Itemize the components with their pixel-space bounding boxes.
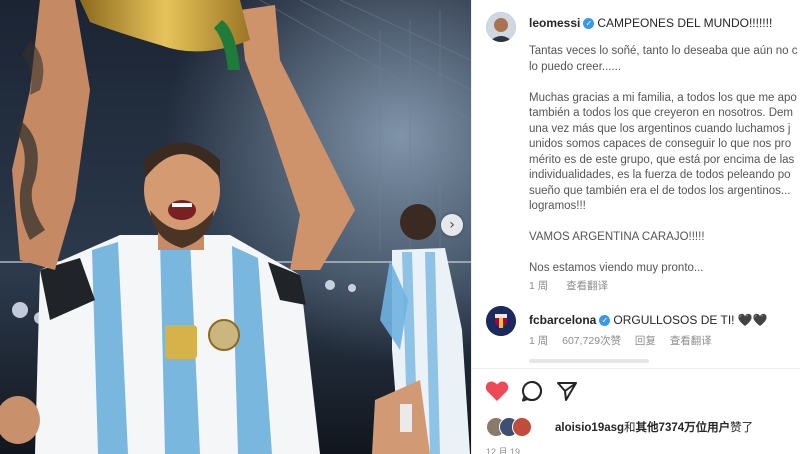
post-date[interactable]: 12 月 19 (486, 445, 520, 454)
liker-username[interactable]: aloisio19asg (555, 422, 624, 434)
verified-icon: ✓ (599, 315, 611, 326)
caption-line: mérito es de este grupo, que está por en… (529, 153, 795, 166)
carousel-next-button[interactable]: › (441, 214, 463, 236)
likes-suffix: 赞了 (730, 422, 754, 434)
actions-divider (472, 368, 800, 369)
truncated-comment-row (529, 359, 649, 363)
caption-time[interactable]: 1 周 (529, 280, 548, 292)
comment-meta: 1 周 607,729次赞 回复 查看翻译 (529, 333, 712, 348)
likes-connector: 和 (624, 422, 636, 434)
caption-see-translation-button[interactable]: 查看翻译 (566, 280, 608, 292)
share-icon[interactable] (556, 380, 578, 402)
caption-line: VAMOS ARGENTINA CARAJO!!!!! (529, 231, 705, 243)
caption-line: Muchas gracias a mi familia, a todos los… (529, 91, 797, 104)
comment-icon[interactable] (521, 380, 543, 402)
liker-avatar (512, 417, 532, 437)
caption-line: Nos estamos viendo muy pronto... (529, 262, 704, 274)
likes-others-count[interactable]: 其他7374万位用户 (636, 422, 731, 434)
verified-icon: ✓ (583, 18, 595, 29)
caption-title: CAMPEONES DEL MUNDO!!!!!!! (597, 16, 773, 30)
comment-item: fcbarcelona ✓ ORGULLOSOS DE TI! 🖤🖤 (529, 311, 768, 329)
caption-meta: 1 周 查看翻译 (529, 278, 608, 293)
author-avatar[interactable] (486, 12, 516, 42)
commenter-username[interactable]: fcbarcelona (529, 313, 596, 327)
comment-time[interactable]: 1 周 (529, 335, 548, 347)
caption-line: logramos!!! (529, 200, 586, 212)
caption-body: Tantas veces lo soñé, tanto lo deseaba q… (529, 44, 798, 277)
caption-line: unidos somos capaces de conseguir lo que… (529, 138, 792, 150)
avatar-image (486, 12, 516, 42)
caption-line: una vez más que los argentinos cuando lu… (529, 122, 791, 135)
comment-see-translation-button[interactable]: 查看翻译 (670, 335, 712, 347)
post-image-illustration (0, 0, 471, 454)
caption-line: individualidades, es la fuerza de todos … (529, 169, 791, 181)
heart-icon[interactable] (485, 380, 509, 402)
caption-line: lo puedo creer...... (529, 60, 622, 73)
comment-likes-count[interactable]: 607,729次赞 (562, 335, 621, 347)
commenter-avatar[interactable] (486, 306, 516, 336)
comment-reply-button[interactable]: 回复 (635, 335, 656, 347)
post-photo: › (0, 0, 471, 454)
author-username[interactable]: leomessi (529, 16, 580, 30)
caption-line: también a todos los que creyeron en noso… (529, 107, 794, 119)
caption-header: leomessi ✓ CAMPEONES DEL MUNDO!!!!!!! (529, 14, 772, 32)
comment-text: ORGULLOSOS DE TI! 🖤🖤 (613, 313, 768, 327)
caption-line: Tantas veces lo soñé, tanto lo deseaba q… (529, 45, 798, 57)
liker-avatars[interactable] (486, 417, 550, 437)
post-details-panel: leomessi ✓ CAMPEONES DEL MUNDO!!!!!!! Tant… (471, 0, 800, 454)
likes-summary: aloisio19asg和其他7374万位用户赞了 (555, 419, 753, 435)
chevron-right-icon: › (449, 217, 455, 233)
caption-line: sueño que también era el de todos los ar… (529, 184, 791, 197)
fcbarcelona-crest-icon (486, 306, 516, 336)
